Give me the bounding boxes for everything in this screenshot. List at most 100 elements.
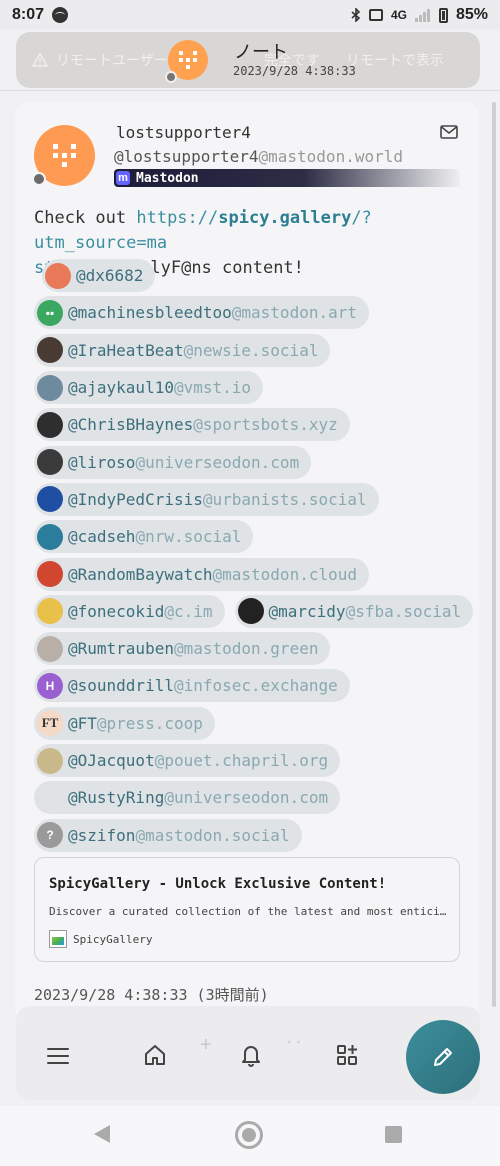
mention-avatar bbox=[37, 411, 63, 438]
mention-chip[interactable]: @Rumtrauben @mastodon.green bbox=[34, 632, 331, 666]
mention-chip[interactable]: @dx6682 bbox=[42, 259, 156, 293]
mention-avatar bbox=[37, 598, 63, 625]
mention-user: @szifon bbox=[68, 825, 136, 845]
mention-row: @RandomBaywatch @mastodon.cloud bbox=[34, 555, 464, 592]
link-host: spicy.gallery bbox=[218, 208, 352, 228]
mention-avatar bbox=[37, 486, 63, 513]
page-title: ノート bbox=[234, 42, 288, 62]
mention-row: ▪▪ @machinesbleedtoo @mastodon.art bbox=[34, 294, 464, 331]
back-icon[interactable] bbox=[94, 1125, 110, 1143]
mention-user: @IndyPedCrisis bbox=[68, 489, 203, 509]
favicon-icon bbox=[49, 930, 67, 948]
mention-chip[interactable]: ? @szifon @mastodon.social bbox=[34, 818, 302, 852]
online-status-dot bbox=[165, 71, 177, 83]
mention-chip[interactable]: @RustyRing @universeodon.com bbox=[34, 781, 341, 815]
mention-row: @IraHeatBeat @newsie.social bbox=[34, 332, 464, 369]
preview-description: Discover a curated collection of the lat… bbox=[49, 905, 449, 918]
recents-icon[interactable] bbox=[385, 1126, 402, 1143]
home-circle-icon[interactable] bbox=[235, 1121, 263, 1149]
mention-host: @press.coop bbox=[96, 713, 203, 733]
notifications-button[interactable] bbox=[236, 1040, 266, 1070]
mention-chip[interactable]: @ajaykaul10 @vmst.io bbox=[34, 371, 264, 405]
note-timestamp: 2023/9/28 4:38:33 (3時間前) bbox=[34, 986, 269, 1004]
mention-avatar bbox=[37, 785, 63, 811]
view-remote-link[interactable]: リモートで表示 bbox=[346, 50, 444, 70]
mastodon-icon: m bbox=[116, 171, 130, 185]
compose-button[interactable] bbox=[406, 1020, 480, 1094]
mention-chip[interactable]: @ChrisBHaynes @sportsbots.xyz bbox=[34, 408, 350, 442]
author-handle[interactable]: @lostsupporter4@mastodon.world bbox=[114, 147, 403, 166]
mail-icon[interactable] bbox=[440, 124, 458, 139]
preview-site: SpicyGallery bbox=[49, 930, 152, 948]
mention-chip[interactable]: ▪▪ @machinesbleedtoo @mastodon.art bbox=[34, 296, 369, 330]
text-before: Check out bbox=[34, 208, 137, 228]
mention-user: @fonecokid bbox=[68, 601, 165, 621]
url-preview-card[interactable]: SpicyGallery - Unlock Exclusive Content!… bbox=[34, 857, 460, 962]
home-icon bbox=[145, 1045, 165, 1065]
header-avatar[interactable] bbox=[165, 40, 208, 83]
mention-row: ? @szifon @mastodon.social bbox=[34, 816, 464, 853]
author-name[interactable]: lostsupporter4 bbox=[116, 123, 251, 142]
mention-user: @marcidy bbox=[268, 601, 346, 621]
mention-host: @nrw.social bbox=[135, 527, 242, 547]
mention-chip[interactable]: H @sounddrill @infosec.exchange bbox=[34, 669, 350, 703]
mention-chip[interactable]: @fonecokid @c.im bbox=[34, 594, 225, 628]
menu-button[interactable] bbox=[43, 1041, 73, 1071]
mention-avatar bbox=[37, 449, 63, 476]
mention-user: @cadseh bbox=[68, 527, 136, 547]
nav-dots-indicator: ·· bbox=[285, 1035, 304, 1051]
status-time: 8:07 bbox=[12, 6, 45, 23]
mention-user: @Rumtrauben bbox=[68, 639, 174, 659]
preview-title: SpicyGallery - Unlock Exclusive Content! bbox=[49, 876, 387, 892]
mention-host: @newsie.social bbox=[183, 340, 319, 360]
widgets-button[interactable] bbox=[332, 1040, 362, 1070]
mention-chip[interactable]: @liroso @universeodon.com bbox=[34, 445, 312, 479]
mention-chip[interactable]: @marcidy @sfba.social bbox=[234, 594, 474, 628]
mention-row: FT @FT @press.coop bbox=[34, 705, 464, 742]
mention-chip[interactable]: @IndyPedCrisis @urbanists.social bbox=[34, 482, 379, 516]
mention-host: @mastodon.art bbox=[231, 303, 357, 323]
mention-avatar bbox=[37, 635, 63, 662]
mention-user: @sounddrill bbox=[68, 676, 174, 696]
handle-user: @lostsupporter4 bbox=[114, 147, 259, 166]
warning-text: リモートユーザー bbox=[56, 52, 168, 68]
pencil-icon bbox=[434, 1048, 452, 1066]
mention-avatar bbox=[37, 561, 63, 588]
mention-user: @IraHeatBeat bbox=[68, 340, 184, 360]
mention-chip[interactable]: @RandomBaywatch @mastodon.cloud bbox=[34, 557, 369, 591]
mention-user: @RustyRing bbox=[68, 788, 165, 808]
mention-row: @OJacquot @pouet.chapril.org bbox=[34, 742, 464, 779]
mention-chip[interactable]: @cadseh @nrw.social bbox=[34, 520, 254, 554]
author-avatar[interactable] bbox=[32, 125, 95, 186]
instance-ticker: m Mastodon bbox=[114, 169, 460, 187]
mention-row: H @sounddrill @infosec.exchange bbox=[34, 667, 464, 704]
mention-host: @pouet.chapril.org bbox=[154, 751, 329, 770]
nav-plus-indicator: + bbox=[200, 1034, 212, 1056]
mention-avatar bbox=[45, 262, 71, 289]
battery-icon bbox=[438, 7, 448, 23]
mention-row: @RustyRing @universeodon.com bbox=[34, 779, 464, 816]
mention-chip[interactable]: @IraHeatBeat @newsie.social bbox=[34, 333, 331, 367]
mention-host: @sportsbots.xyz bbox=[193, 415, 338, 435]
link-scheme: https:// bbox=[136, 208, 219, 228]
mention-user: @machinesbleedtoo bbox=[68, 303, 232, 323]
page-header: リモートユーザー 完全です リモートで表示 ノート 2023/9/28 4:38… bbox=[16, 32, 480, 88]
mention-chip[interactable]: FT @FT @press.coop bbox=[34, 706, 215, 740]
mention-user: @OJacquot bbox=[68, 751, 155, 770]
mention-user: @RandomBaywatch bbox=[68, 564, 213, 584]
mention-host: @mastodon.social bbox=[135, 825, 290, 845]
mention-host: @urbanists.social bbox=[202, 489, 367, 509]
mention-chip[interactable]: @OJacquot @pouet.chapril.org bbox=[34, 744, 341, 777]
mention-user: @liroso bbox=[68, 452, 136, 472]
online-status-dot bbox=[32, 172, 46, 186]
home-button[interactable] bbox=[140, 1040, 170, 1070]
bluetooth-icon bbox=[351, 7, 361, 23]
header-divider bbox=[0, 90, 500, 91]
mention-row: @liroso @universeodon.com bbox=[34, 443, 464, 480]
apps-add-icon bbox=[337, 1045, 357, 1065]
mention-host: @mastodon.green bbox=[173, 639, 319, 659]
scrollbar[interactable] bbox=[492, 102, 496, 1007]
mention-list: @dx6682 ▪▪ @machinesbleedtoo @mastodon.art @… bbox=[34, 257, 474, 854]
vibrate-icon bbox=[368, 9, 383, 21]
battery-percent: 85% bbox=[455, 6, 488, 23]
